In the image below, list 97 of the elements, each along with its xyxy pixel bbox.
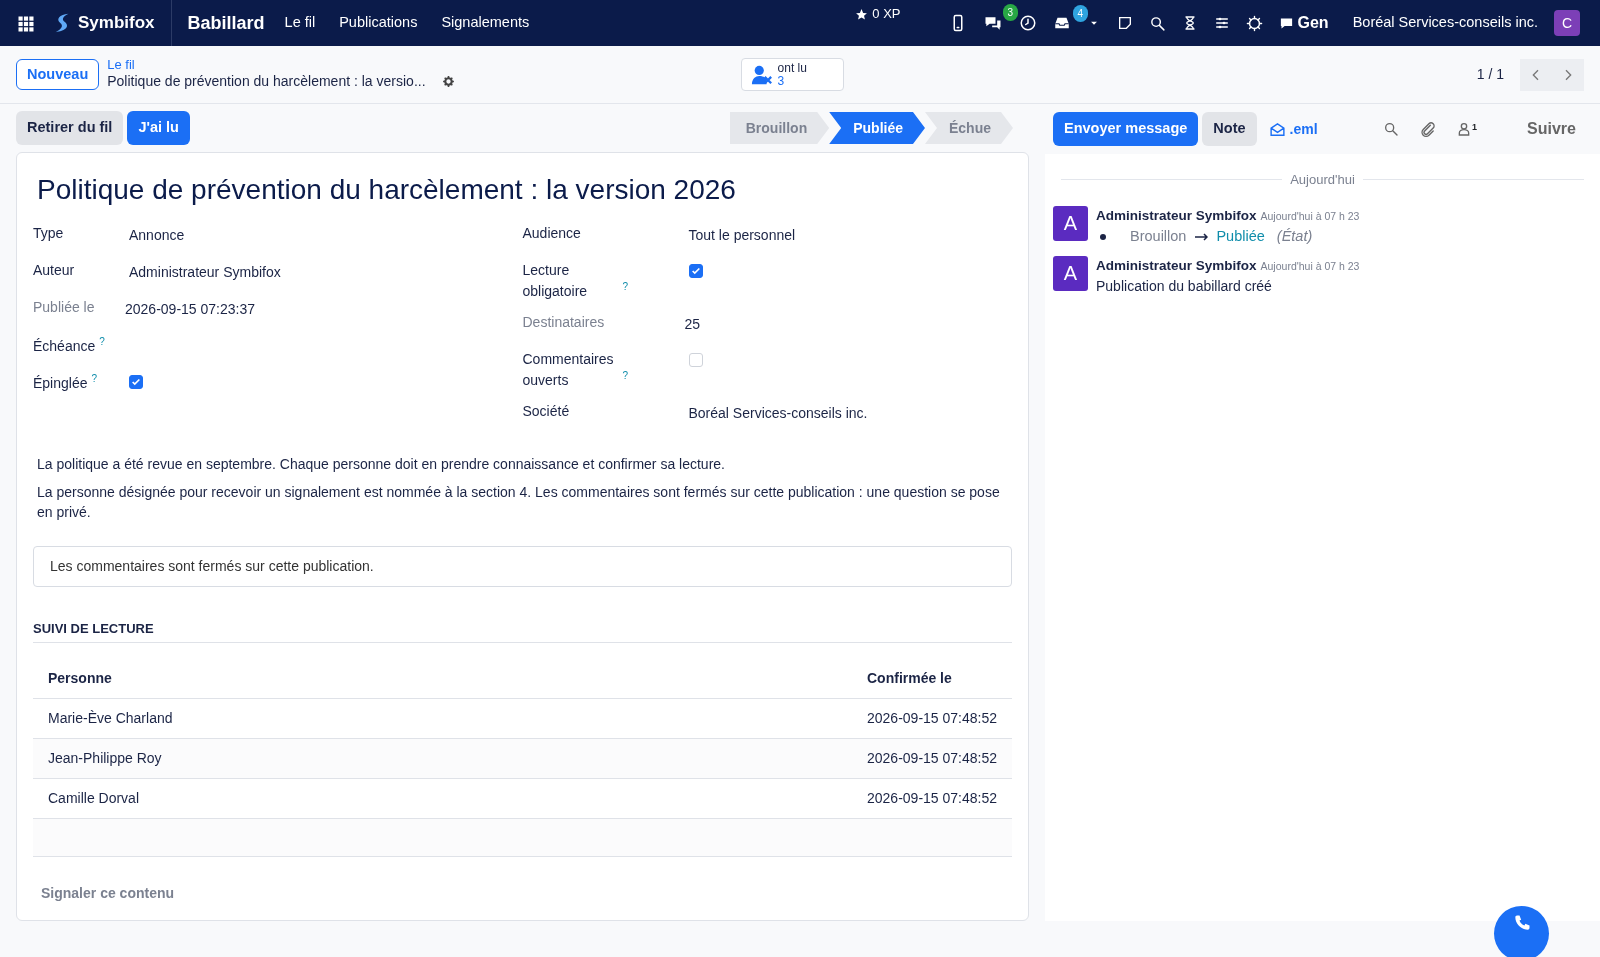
body-paragraph: La personne désignée pour recevoir un signalement est nommée à la section 4. Les commentaires sont fermés sur cette publication : une question se pose en privé.: [37, 482, 1001, 523]
field-label: Commentaires ouverts: [522, 349, 615, 390]
table-cell: 2026-09-15 07:48:52: [852, 698, 1012, 739]
user-avatar[interactable]: C: [1554, 10, 1580, 36]
section-heading: SUIVI DE LECTURE: [33, 611, 1012, 643]
clock-icon: [1018, 14, 1037, 32]
message-author: Administrateur Symbifox: [1096, 256, 1257, 275]
search-icon: [1148, 14, 1166, 32]
count-badge: 3: [1002, 4, 1019, 21]
readers-widget[interactable]: ont lu 3: [740, 58, 844, 91]
field-value: 25: [684, 314, 701, 334]
note-button[interactable]: [1116, 15, 1133, 31]
readers-label: ont lu: [777, 61, 807, 75]
table-cell: Camille Dorval: [33, 778, 852, 819]
column-header: Confirmée le: [852, 659, 1012, 699]
message-time: Aujourd'hui à 07 h 23: [1260, 258, 1360, 274]
send-message-button[interactable]: Envoyer message: [1053, 112, 1199, 146]
field-label: Société: [522, 401, 571, 421]
activity-button[interactable]: [1018, 14, 1037, 32]
author-avatar: A: [1053, 205, 1088, 241]
log-note-button[interactable]: Note: [1202, 112, 1257, 146]
table-cell: Marie-Ève Charland: [33, 698, 852, 739]
field-label: Audience: [522, 223, 582, 243]
follow-button[interactable]: Suivre: [1527, 117, 1576, 141]
field-label: Type: [33, 223, 65, 243]
check-icon: [131, 376, 141, 387]
field-value: 2026-09-15 07:23:37: [125, 299, 255, 319]
help-marker[interactable]: ?: [622, 280, 628, 292]
field-value: Boréal Services-conseils inc.: [688, 403, 868, 423]
body-paragraph: La politique a été revue en septembre. Chaque personne doit en prendre connaissance et confirmer sa lecture.: [37, 454, 726, 474]
menu-item[interactable]: Le fil: [280, 12, 320, 34]
menu-item[interactable]: Signalements: [437, 12, 534, 34]
old-value: Brouillon: [1130, 226, 1187, 246]
module-title[interactable]: Babillard: [187, 9, 265, 37]
brand-name: Symbifox: [78, 12, 155, 35]
table-cell: Jean-Philippe Roy: [33, 738, 852, 779]
new-value: Publiée: [1216, 226, 1265, 246]
column-header: Personne: [33, 659, 852, 699]
readers-count: 3: [777, 74, 786, 88]
sticky-note-icon: [1116, 15, 1133, 31]
field-value: Annonce: [129, 225, 185, 245]
company-switcher[interactable]: Boréal Services-conseils inc.: [1352, 12, 1538, 34]
breadcrumb-link[interactable]: Le fil: [107, 57, 455, 71]
tracked-field: (État): [1276, 225, 1313, 248]
record-title: Politique de prévention du harcèlement : la versio...: [107, 71, 426, 91]
count-badge: 4: [1072, 5, 1089, 22]
new-button[interactable]: Nouveau: [16, 58, 100, 91]
search-messages-button[interactable]: [1383, 121, 1400, 137]
arrow-right-icon: [1194, 231, 1209, 242]
xp-label: 0 XP: [872, 5, 901, 24]
theme-button[interactable]: [1245, 14, 1263, 32]
star-icon: [855, 7, 869, 21]
field-label: Échéance: [33, 337, 96, 354]
message-author: Administrateur Symbifox: [1096, 206, 1257, 225]
table-cell: 2026-09-15 07:48:52: [852, 738, 1012, 779]
author-avatar: A: [1053, 255, 1088, 291]
message-body: Publication du babillard créé: [1096, 276, 1273, 296]
envelope-icon: [1268, 120, 1286, 138]
status-stage[interactable]: Échue: [925, 112, 1013, 144]
field-value: Administrateur Symbifox: [129, 262, 281, 282]
message-time: Aujourd'hui à 07 h 23: [1260, 208, 1360, 224]
report-link[interactable]: Signaler ce contenu: [41, 881, 1012, 904]
field-label: Auteur: [33, 260, 76, 280]
table-cell: 2026-09-15 07:48:52: [852, 778, 1012, 819]
menu-item[interactable]: Publications: [335, 12, 422, 34]
action-button[interactable]: Retirer du fil: [16, 111, 124, 145]
help-marker[interactable]: ?: [91, 372, 97, 384]
settings-button[interactable]: [441, 74, 455, 88]
action-button[interactable]: J'ai lu: [127, 111, 190, 145]
status-stage[interactable]: Publiée: [829, 112, 925, 144]
followers-button[interactable]: 1: [1456, 121, 1478, 137]
filters-button[interactable]: [1213, 15, 1230, 31]
sliders-icon: [1213, 15, 1230, 31]
pager-value: 1 / 1: [1476, 65, 1504, 84]
record-heading: Politique de prévention du harcèlement : la version 2026: [37, 173, 737, 207]
search-button[interactable]: [1148, 14, 1166, 32]
help-marker[interactable]: ?: [622, 369, 628, 381]
gear-icon: [1245, 14, 1263, 32]
eml-link[interactable]: .eml: [1268, 118, 1318, 140]
help-marker[interactable]: ?: [99, 335, 105, 347]
user-remove-icon: [749, 63, 774, 86]
followers-count: 1: [1472, 121, 1478, 134]
gear-icon: [441, 74, 455, 88]
chat-channel-button[interactable]: Gen: [1278, 11, 1329, 35]
bullet-icon: [1100, 233, 1106, 240]
field-label: Lecture obligatoire: [522, 260, 589, 301]
field-value: Tout le personnel: [688, 225, 796, 245]
checkbox[interactable]: [129, 374, 143, 389]
paperclip-icon: [1419, 120, 1437, 138]
search-icon: [1383, 121, 1400, 137]
comments-closed-notice: Les commentaires sont fermés sur cette publication.: [33, 546, 1012, 588]
check-icon: [690, 265, 701, 276]
status-stage[interactable]: Brouillon: [729, 112, 830, 144]
date-separator: Aujourd'hui: [1290, 171, 1355, 189]
field-label: Épinglée: [33, 374, 88, 391]
checkbox[interactable]: [688, 263, 703, 278]
attachments-button[interactable]: [1419, 120, 1437, 138]
